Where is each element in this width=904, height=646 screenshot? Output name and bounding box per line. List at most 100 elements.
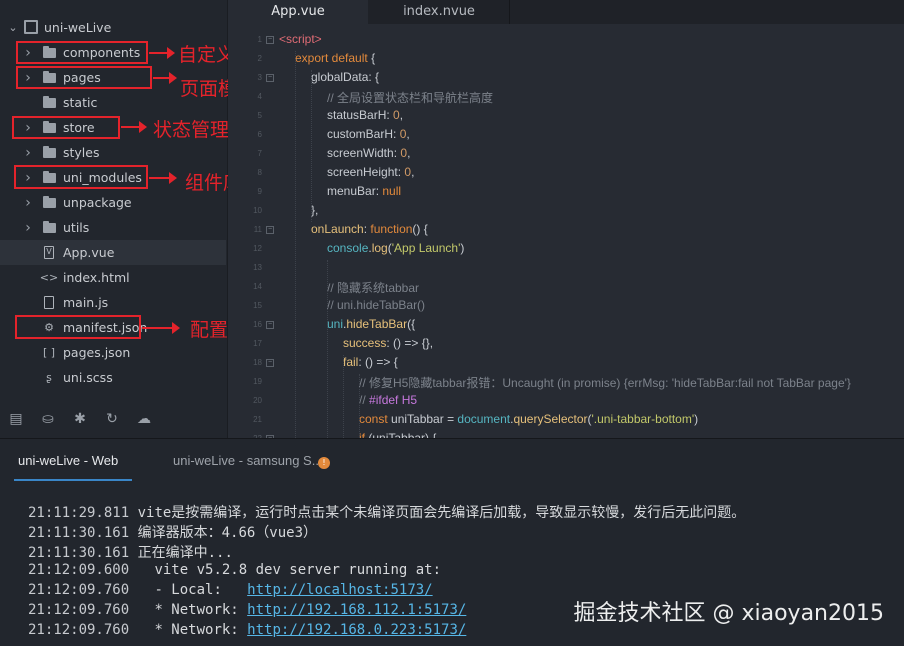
tree-item-styles[interactable]: › styles <box>0 140 226 165</box>
server-url-link[interactable]: http://localhost:5173/ <box>247 582 432 598</box>
console-line: 21:12:09.760 * Network: http://192.168.0… <box>28 622 466 638</box>
fold-toggle-icon[interactable]: − <box>266 36 274 44</box>
code-token: log <box>371 241 388 255</box>
console-line: 21:11:30.161 正在编译中... <box>28 542 233 562</box>
project-root[interactable]: ⌄ uni-weLive <box>0 15 111 39</box>
log-message: 正在编译中... <box>137 545 233 561</box>
debug-icon[interactable]: ✱ <box>64 411 96 427</box>
fold-toggle-icon[interactable]: − <box>266 359 274 367</box>
code-token: , <box>411 165 415 179</box>
console-tab-device[interactable]: uni-weLive - samsung S... <box>173 453 323 479</box>
chevron-right-icon[interactable]: › <box>22 145 34 161</box>
plugin-icon[interactable]: ⛀ <box>32 411 64 427</box>
indent-guide <box>295 51 296 438</box>
code-token: 0 <box>393 108 400 122</box>
server-url-link[interactable]: http://192.168.112.1:5173/ <box>247 602 466 618</box>
folder-icon <box>42 145 56 160</box>
chevron-right-icon[interactable]: › <box>22 220 34 236</box>
console-tab-web[interactable]: uni-weLive - Web <box>14 453 132 481</box>
tab-index-nvue[interactable]: index.nvue <box>369 0 510 24</box>
code-editor[interactable]: 12345678910111213141516171819202122 −<sc… <box>228 24 904 438</box>
json-file-icon: [ ] <box>42 346 56 359</box>
code-line: success: () => {}, <box>343 336 433 350</box>
code-token: ) <box>460 241 465 255</box>
line-number: 11 <box>253 225 262 234</box>
tab-app-vue[interactable]: App.vue <box>228 0 368 24</box>
code-line: statusBarH: 0, <box>327 108 403 122</box>
tree-item-uni-scss[interactable]: ʂ uni.scss <box>0 365 226 390</box>
line-number: 3 <box>257 73 262 82</box>
code-token: null <box>382 184 402 198</box>
log-message: vite v5.2.8 dev server running at: <box>137 562 442 578</box>
tree-item-label: index.html <box>63 270 130 285</box>
code-token: { <box>371 51 376 65</box>
console-line: 21:11:30.161 编译器版本：4.66（vue3） <box>28 522 317 542</box>
code-token: function <box>370 222 413 236</box>
line-number: 2 <box>257 54 262 63</box>
annotation-box-uni-modules <box>14 165 148 189</box>
log-timestamp: 21:12:09.760 <box>28 582 130 598</box>
log-message: 编译器版本：4.66（vue3） <box>137 525 318 541</box>
console-line: 21:11:29.811 vite是按需编译，运行时点击某个未编译页面会先编译后… <box>28 502 745 522</box>
fold-toggle-icon[interactable]: − <box>266 226 274 234</box>
log-timestamp: 21:12:09.760 <box>28 622 130 638</box>
tree-item-index-html[interactable]: <> index.html <box>0 265 226 290</box>
code-line: customBarH: 0, <box>327 127 410 141</box>
console-line: 21:12:09.760 - Local: http://localhost:5… <box>28 582 433 598</box>
annotation-arrow <box>153 72 177 84</box>
code-line: // 隐藏系统tabbar <box>327 279 419 296</box>
project-name: uni-weLive <box>44 19 112 35</box>
line-number: 8 <box>257 168 262 177</box>
log-message: vite是按需编译，运行时点击某个未编译页面会先编译后加载，导致显示较慢，发行后… <box>137 505 746 521</box>
code-token: screenHeight <box>327 165 398 179</box>
code-token: (uniTabbar) { <box>368 431 437 438</box>
fold-toggle-icon[interactable]: − <box>266 74 274 82</box>
log-message: * Network: <box>137 602 248 618</box>
chevron-right-icon[interactable]: › <box>22 195 34 211</box>
vue-file-icon: V <box>42 246 56 260</box>
code-token: : () => { <box>358 355 398 369</box>
indent-guide <box>359 374 360 438</box>
code-token: onLaunch <box>311 222 364 236</box>
code-token: , <box>407 146 411 160</box>
code-line: uni.hideTabBar({ <box>327 317 415 331</box>
code-line: onLaunch: function() { <box>311 222 428 236</box>
code-token: // uni.hideTabBar() <box>327 298 426 312</box>
line-number: 16 <box>253 320 262 329</box>
tree-item-main-js[interactable]: main.js <box>0 290 226 315</box>
line-number: 13 <box>253 263 262 272</box>
code-line: // #ifdef H5 <box>359 393 417 407</box>
tree-item-pages-json[interactable]: [ ] pages.json <box>0 340 226 365</box>
editor-tab-bar: App.vue index.nvue <box>228 0 904 24</box>
code-token: uni <box>327 317 344 331</box>
scss-file-icon: ʂ <box>46 371 52 384</box>
code-token: }, <box>311 203 319 217</box>
tree-item-label: static <box>63 95 98 110</box>
server-url-link[interactable]: http://192.168.0.223:5173/ <box>247 622 466 638</box>
file-tree-icon[interactable]: ▤ <box>0 411 32 427</box>
code-token: : { <box>368 70 380 84</box>
code-line: menuBar: null <box>327 184 401 198</box>
code-token: <script> <box>279 32 322 46</box>
tree-item-app-vue[interactable]: V App.vue <box>0 240 226 265</box>
code-token: if <box>359 431 369 438</box>
html-file-icon: <> <box>39 271 59 284</box>
code-line: <script> <box>279 32 322 46</box>
tree-item-utils[interactable]: › utils <box>0 215 226 240</box>
console-line: 21:12:09.760 * Network: http://192.168.1… <box>28 602 466 618</box>
code-token: 'App Launch' <box>391 241 461 255</box>
line-number: 10 <box>253 206 262 215</box>
git-icon[interactable]: ↻ <box>96 411 128 427</box>
cloud-icon[interactable]: ☁ <box>128 411 160 427</box>
tree-item-label: unpackage <box>63 195 132 210</box>
code-line: // 修复H5隐藏tabbar报错：Uncaught (in promise) … <box>359 374 851 391</box>
code-token: , <box>399 108 404 122</box>
line-number: 19 <box>253 377 262 386</box>
code-token: screenWidth <box>327 146 394 160</box>
tree-item-label: main.js <box>63 295 109 310</box>
chevron-down-icon[interactable]: ⌄ <box>6 21 20 34</box>
line-number: 14 <box>253 282 262 291</box>
code-token: // 修复H5隐藏tabbar报错：Uncaught (in promise) … <box>359 376 851 390</box>
line-number: 17 <box>253 339 262 348</box>
fold-toggle-icon[interactable]: − <box>266 321 274 329</box>
